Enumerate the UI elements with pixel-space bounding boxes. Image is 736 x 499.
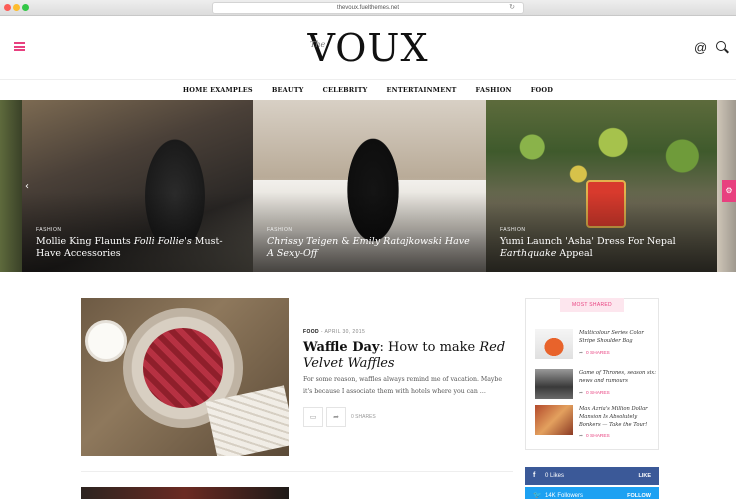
twitter-bar[interactable]: 🐦 14K Followers FOLLOW — [525, 487, 659, 499]
nav-entertainment[interactable]: ENTERTAINMENT — [387, 80, 457, 100]
slide-2[interactable]: FASHION Chrissy Teigen & Emily Ratajkows… — [253, 100, 486, 272]
slide-3[interactable]: FASHION Yumi Launch 'Asha' Dress For Nep… — [486, 100, 717, 272]
address-bar-url: thevoux.fuelthemes.net — [336, 5, 400, 11]
article-excerpt: For some reason, waffles always remind m… — [303, 376, 503, 395]
most-shared-shares: ➦ 0 SHARES — [579, 391, 610, 396]
most-shared-item[interactable]: Game of Thrones, season six: news and ru… — [535, 369, 657, 401]
share-arrow-icon: ➦ — [579, 391, 584, 396]
nav-food[interactable]: FOOD — [531, 80, 553, 100]
most-shared-thumb[interactable] — [535, 369, 573, 399]
article-thumbnail[interactable] — [81, 298, 289, 456]
featured-slider: FASHION Mollie King Flaunts Folli Follie… — [0, 100, 736, 272]
share-arrow-icon: ➦ — [579, 434, 584, 439]
most-shared-title-2[interactable]: Game of Thrones, season six: news and ru… — [579, 369, 657, 385]
most-shared-title-3[interactable]: Max Azria's Million Dollar Mansion Is Ab… — [579, 405, 657, 429]
article-divider — [81, 471, 513, 472]
facebook-icon: f — [533, 472, 536, 479]
most-shared-item[interactable]: Max Azria's Million Dollar Mansion Is Ab… — [535, 405, 657, 439]
address-bar[interactable]: thevoux.fuelthemes.net ↻ — [212, 2, 524, 14]
article-actions: ▭ ➦ 0 SHARES — [303, 407, 376, 427]
share-arrow-icon[interactable]: ➦ — [326, 407, 346, 427]
most-shared-thumb[interactable] — [535, 329, 573, 359]
slide-1-title[interactable]: Mollie King Flaunts Folli Follie's Must-… — [36, 236, 246, 260]
slide-3-title[interactable]: Yumi Launch 'Asha' Dress For Nepal Earth… — [500, 236, 710, 260]
maximize-window-button[interactable] — [22, 4, 29, 11]
close-window-button[interactable] — [4, 4, 11, 11]
next-article-thumbnail[interactable] — [81, 487, 289, 499]
slide-2-category[interactable]: FASHION — [267, 227, 292, 233]
facebook-count: 0 Likes — [545, 473, 565, 479]
article-category[interactable]: FOOD — [303, 329, 319, 335]
article-meta: FOOD - APRIL 30, 2015 — [303, 329, 366, 335]
waffle — [143, 328, 223, 408]
article-title[interactable]: Waffle Day: How to make Red Velvet Waffl… — [303, 340, 518, 372]
most-shared-widget: MOST SHARED Multicolour Series Color Str… — [525, 298, 659, 450]
search-icon[interactable] — [716, 41, 726, 51]
most-shared-thumb[interactable] — [535, 405, 573, 435]
slider-prev-arrow-icon[interactable]: ‹ — [25, 181, 29, 192]
slide-edge-left[interactable] — [0, 100, 22, 272]
browser-toolbar: thevoux.fuelthemes.net ↻ — [0, 0, 736, 16]
at-icon[interactable]: @ — [694, 40, 707, 55]
facebook-bar[interactable]: f 0 Likes LIKE — [525, 467, 659, 485]
logo-small-text: The — [310, 40, 326, 49]
most-shared-title: MOST SHARED — [560, 298, 624, 312]
most-shared-item[interactable]: Multicolour Series Color Stripe Shoulder… — [535, 329, 655, 361]
most-shared-title-1[interactable]: Multicolour Series Color Stripe Shoulder… — [579, 329, 657, 345]
most-shared-shares: ➦ 0 SHARES — [579, 434, 610, 439]
nav-celebrity[interactable]: CELEBRITY — [323, 80, 368, 100]
comment-icon[interactable]: ▭ — [303, 407, 323, 427]
twitter-count: 14K Followers — [545, 493, 584, 499]
slide-2-title[interactable]: Chrissy Teigen & Emily Ratajkowski Have … — [267, 236, 477, 260]
slide-1-category[interactable]: FASHION — [36, 227, 61, 233]
article-date: APRIL 30, 2015 — [324, 329, 366, 335]
article-shares: 0 SHARES — [351, 414, 376, 420]
facebook-like-button[interactable]: LIKE — [638, 467, 651, 485]
slide-3-category[interactable]: FASHION — [500, 227, 525, 233]
minimize-window-button[interactable] — [13, 4, 20, 11]
twitter-icon: 🐦 — [533, 492, 542, 499]
nav-fashion[interactable]: FASHION — [476, 80, 512, 100]
share-arrow-icon: ➦ — [579, 351, 584, 356]
nav-beauty[interactable]: BEAUTY — [272, 80, 304, 100]
most-shared-shares: ➦ 0 SHARES — [579, 351, 610, 356]
main-nav: HOME EXAMPLES BEAUTY CELEBRITY ENTERTAIN… — [0, 80, 736, 100]
logo-text: VOUX — [307, 26, 429, 70]
menu-icon[interactable] — [14, 42, 25, 51]
cream-cup — [85, 320, 127, 362]
reload-icon[interactable]: ↻ — [509, 3, 515, 13]
nav-home-examples[interactable]: HOME EXAMPLES — [183, 80, 253, 100]
slide-1[interactable]: FASHION Mollie King Flaunts Folli Follie… — [22, 100, 253, 272]
share-icon[interactable]: ⚙ — [722, 180, 736, 202]
twitter-follow-button[interactable]: FOLLOW — [627, 487, 651, 499]
